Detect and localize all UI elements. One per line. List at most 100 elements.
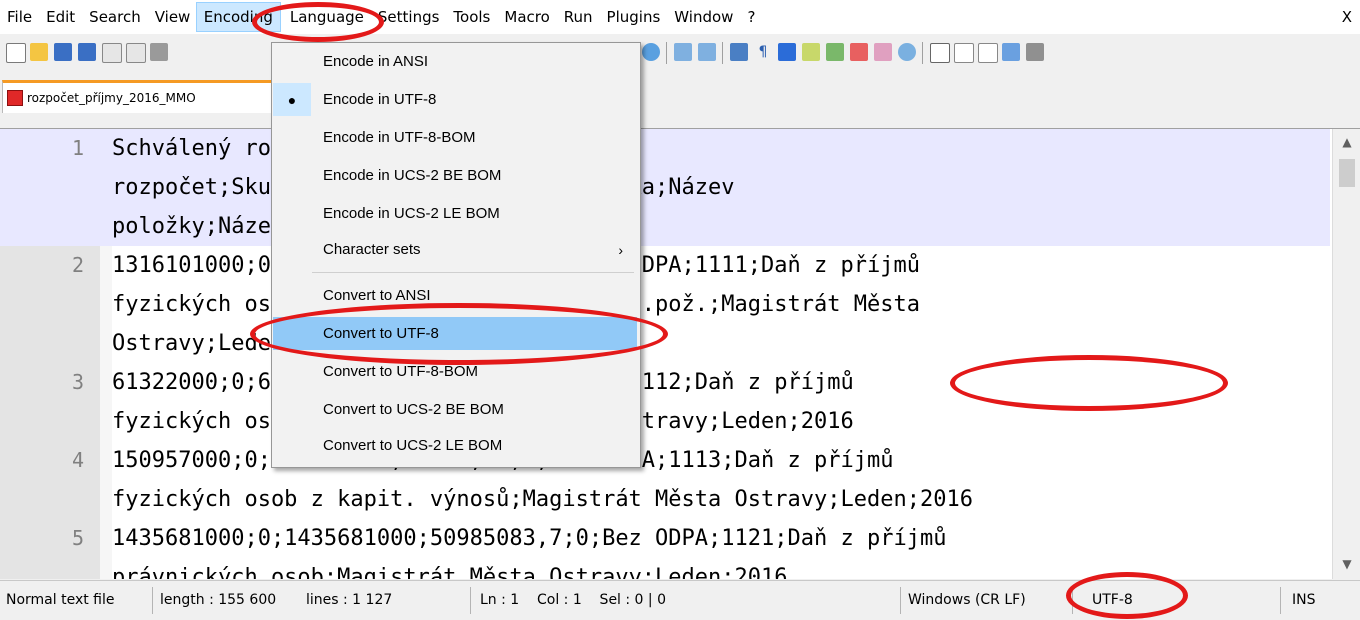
- menu-bar: File Edit Search View Encoding Language …: [0, 0, 1360, 34]
- menu-item-label: Convert to ANSI: [323, 287, 431, 304]
- menu-item-convert-ucs2-be-bom[interactable]: Convert to UCS-2 BE BOM: [273, 393, 637, 426]
- menu-run[interactable]: Run: [557, 0, 600, 34]
- scroll-up-icon[interactable]: ▲: [1333, 135, 1360, 149]
- run-macro-multiple-icon[interactable]: [1002, 43, 1020, 61]
- check-area: [273, 355, 311, 388]
- monitoring-icon[interactable]: [898, 43, 916, 61]
- annotation-oval-status-encoding: [1066, 572, 1188, 619]
- status-position: Ln : 1 Col : 1 Sel : 0 | 0: [480, 592, 666, 608]
- folder-icon[interactable]: [874, 43, 892, 61]
- check-area: [273, 233, 311, 266]
- close-document-button[interactable]: X: [1342, 0, 1352, 34]
- scrollbar-thumb[interactable]: [1339, 159, 1355, 187]
- menu-item-label: Encode in UTF-8-BOM: [323, 129, 476, 146]
- find-icon[interactable]: [642, 43, 660, 61]
- record-macro-icon[interactable]: [930, 43, 950, 63]
- toolbar: ¶: [0, 34, 1360, 73]
- tab-bar: rozpočet_příjmy_2016_MMO: [0, 72, 1360, 128]
- text-line[interactable]: 1435681000;0;1435681000;50985083,7;0;Bez…: [112, 519, 946, 558]
- status-separator: [470, 587, 471, 614]
- check-area: [273, 45, 311, 78]
- check-area: [273, 393, 311, 426]
- menu-item-label: Encode in UCS-2 BE BOM: [323, 167, 502, 184]
- status-length: length : 155 600: [160, 592, 277, 608]
- menu-item-character-sets[interactable]: Character sets ›: [273, 233, 637, 266]
- menu-separator: [312, 272, 634, 273]
- vertical-scrollbar[interactable]: ▲ ▼: [1332, 129, 1360, 579]
- tab-label: rozpočet_příjmy_2016_MMO: [27, 91, 196, 105]
- new-file-icon[interactable]: [6, 43, 26, 63]
- annotation-oval-text-sample: [950, 355, 1228, 411]
- play-macro-icon[interactable]: [978, 43, 998, 63]
- line-number: 2: [71, 253, 84, 277]
- status-separator: [1280, 587, 1281, 614]
- scroll-down-icon[interactable]: ▼: [1333, 557, 1360, 571]
- stop-recording-icon[interactable]: [954, 43, 974, 63]
- annotation-oval-encoding-menu: [252, 2, 384, 42]
- menu-item-encode-utf8-bom[interactable]: Encode in UTF-8-BOM: [273, 121, 637, 154]
- open-file-icon[interactable]: [30, 43, 48, 61]
- folder-workspace-icon[interactable]: [826, 43, 844, 61]
- check-area: [273, 121, 311, 154]
- menu-item-label: Encode in UTF-8: [323, 91, 437, 108]
- menu-item-encode-utf8[interactable]: ● Encode in UTF-8: [273, 83, 637, 116]
- menu-item-label: Character sets: [323, 241, 421, 258]
- function-list-icon[interactable]: [850, 43, 868, 61]
- document-tab[interactable]: rozpočet_příjmy_2016_MMO: [2, 80, 278, 113]
- save-state-icon: [7, 90, 23, 106]
- status-separator: [900, 587, 901, 614]
- indent-guide-icon[interactable]: [778, 43, 796, 61]
- status-separator: [152, 587, 153, 614]
- toolbar-separator: [922, 42, 923, 64]
- menu-item-encode-ansi[interactable]: Encode in ANSI: [273, 45, 637, 78]
- menu-macro[interactable]: Macro: [497, 0, 556, 34]
- editor[interactable]: 1 Schválený rozpočet;Upravený rozpočet;S…: [0, 128, 1360, 579]
- save-icon[interactable]: [54, 43, 72, 61]
- menu-item-label: Encode in UCS-2 LE BOM: [323, 205, 500, 222]
- word-wrap-icon[interactable]: [730, 43, 748, 61]
- menu-window[interactable]: Window: [667, 0, 740, 34]
- status-lines: lines : 1 127: [306, 592, 393, 608]
- menu-file[interactable]: File: [0, 0, 39, 34]
- text-line[interactable]: fyzických osob z kapit. výnosů;Magistrát…: [112, 480, 973, 519]
- menu-search[interactable]: Search: [82, 0, 148, 34]
- menu-item-convert-ucs2-le-bom[interactable]: Convert to UCS-2 LE BOM: [273, 429, 637, 462]
- menu-item-label: Convert to UTF-8-BOM: [323, 363, 479, 380]
- sync-horizontal-icon[interactable]: [698, 43, 716, 61]
- close-icon[interactable]: [102, 43, 122, 63]
- encoding-menu: Encode in ANSI ● Encode in UTF-8 Encode …: [271, 42, 641, 468]
- menu-item-label: Convert to UCS-2 LE BOM: [323, 437, 503, 454]
- text-line[interactable]: právnických osob;Magistrát Města Ostravy…: [112, 558, 788, 579]
- line-number: 4: [71, 448, 84, 472]
- menu-item-encode-ucs2-be-bom[interactable]: Encode in UCS-2 BE BOM: [273, 159, 637, 192]
- save-all-icon[interactable]: [78, 43, 96, 61]
- save-macro-icon[interactable]: [1026, 43, 1044, 61]
- check-area: [273, 159, 311, 192]
- annotation-oval-convert-utf8: [250, 303, 668, 365]
- menu-tools[interactable]: Tools: [446, 0, 497, 34]
- menu-edit[interactable]: Edit: [39, 0, 82, 34]
- check-area: [273, 429, 311, 462]
- menu-item-label: Encode in ANSI: [323, 53, 429, 70]
- sync-vertical-icon[interactable]: [674, 43, 692, 61]
- menu-plugins[interactable]: Plugins: [600, 0, 668, 34]
- close-all-icon[interactable]: [126, 43, 146, 63]
- print-icon[interactable]: [150, 43, 168, 61]
- toolbar-separator: [722, 42, 723, 64]
- status-mode: INS: [1292, 592, 1316, 608]
- document-map-icon[interactable]: [802, 43, 820, 61]
- check-area: ●: [273, 83, 311, 116]
- menu-item-label: Convert to UCS-2 BE BOM: [323, 401, 504, 418]
- radio-check-icon: ●: [287, 91, 297, 108]
- line-number: 5: [71, 526, 84, 550]
- menu-view[interactable]: View: [148, 0, 194, 34]
- status-eol: Windows (CR LF): [908, 592, 1026, 608]
- check-area: [273, 279, 311, 312]
- menu-help[interactable]: ?: [740, 0, 762, 34]
- check-area: [273, 197, 311, 230]
- line-number: 3: [71, 370, 84, 394]
- toolbar-separator: [666, 42, 667, 64]
- show-all-characters-icon[interactable]: ¶: [754, 43, 772, 61]
- line-number: 1: [71, 136, 84, 160]
- menu-item-encode-ucs2-le-bom[interactable]: Encode in UCS-2 LE BOM: [273, 197, 637, 230]
